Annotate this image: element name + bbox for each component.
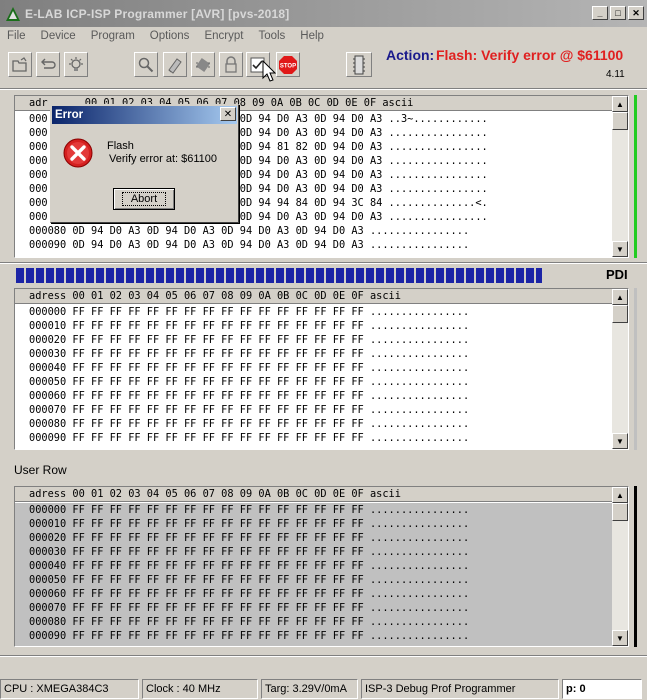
hex-row: 000000 FF FF FF FF FF FF FF FF FF FF FF … <box>29 306 470 318</box>
hex-row: 000090 FF FF FF FF FF FF FF FF FF FF FF … <box>29 432 470 444</box>
userrow-hex-panel[interactable]: adress 00 01 02 03 04 05 06 07 08 09 0A … <box>14 486 629 647</box>
menu-bar: File Device Program Options Encrypt Tool… <box>0 27 647 45</box>
menu-options[interactable]: Options <box>143 30 198 42</box>
interface-label: PDI <box>606 267 628 282</box>
menu-tools[interactable]: Tools <box>251 30 293 42</box>
erase-button[interactable] <box>163 52 187 77</box>
reload-icon <box>41 58 56 69</box>
scroll-thumb[interactable] <box>612 305 628 323</box>
hex-row: 000080 FF FF FF FF FF FF FF FF FF FF FF … <box>29 616 470 628</box>
bulb-button[interactable] <box>64 52 88 77</box>
dialog-message-detail: Verify error at: $61100 <box>109 153 218 165</box>
eeprom-hex-panel[interactable]: adress 00 01 02 03 04 05 06 07 08 09 0A … <box>14 288 629 450</box>
scroll-up-icon[interactable]: ▲ <box>612 289 628 305</box>
error-dialog: Error ✕ Flash Verify error at: $61100 Ab… <box>50 104 239 223</box>
userrow-scrollbar[interactable]: ▲ ▼ <box>612 487 628 646</box>
action-label: Action: <box>386 47 435 63</box>
menu-program[interactable]: Program <box>84 30 143 42</box>
hex-row: 000060 FF FF FF FF FF FF FF FF FF FF FF … <box>29 588 470 600</box>
close-window-button[interactable]: ✕ <box>628 6 644 20</box>
chip-icon <box>196 57 210 72</box>
hex-row: 000000 FF FF FF FF FF FF FF FF FF FF FF … <box>29 504 470 516</box>
error-icon <box>63 138 93 168</box>
cpu-status: CPU : XMEGA384C3 <box>0 679 139 699</box>
open-folder-icon <box>12 56 27 72</box>
p-status: p: 0 <box>562 679 642 699</box>
version-label: 4.11 <box>606 69 625 80</box>
open-button[interactable] <box>8 52 32 77</box>
hex-row: 000020 FF FF FF FF FF FF FF FF FF FF FF … <box>29 334 470 346</box>
userrow-status-bar <box>634 486 637 647</box>
hex-row: 000040 FF FF FF FF FF FF FF FF FF FF FF … <box>29 560 470 572</box>
menu-device[interactable]: Device <box>34 30 84 42</box>
lock-button[interactable] <box>219 52 243 77</box>
hex-row: 000070 FF FF FF FF FF FF FF FF FF FF FF … <box>29 404 470 416</box>
toolbar-divider <box>0 88 647 90</box>
hex-row: 000030 FF FF FF FF FF FF FF FF FF FF FF … <box>29 546 470 558</box>
eeprom-hex-header: adress 00 01 02 03 04 05 06 07 08 09 0A … <box>15 289 628 304</box>
hex-row: 000070 FF FF FF FF FF FF FF FF FF FF FF … <box>29 602 470 614</box>
action-status: Flash: Verify error @ $61100 <box>436 47 624 63</box>
reload-button[interactable] <box>36 52 60 77</box>
stop-icon: STOP <box>279 55 297 74</box>
hex-row: 000040 FF FF FF FF FF FF FF FF FF FF FF … <box>29 362 470 374</box>
progress-bar <box>16 268 542 283</box>
eeprom-status-bar <box>634 288 637 450</box>
user-row-label: User Row <box>14 463 67 477</box>
stop-button[interactable]: STOP <box>276 52 300 77</box>
hex-row: 000030 FF FF FF FF FF FF FF FF FF FF FF … <box>29 348 470 360</box>
status-divider <box>0 655 647 657</box>
scroll-down-icon[interactable]: ▼ <box>612 241 628 257</box>
flash-scrollbar[interactable]: ▲ ▼ <box>612 96 628 257</box>
hex-row: 000060 FF FF FF FF FF FF FF FF FF FF FF … <box>29 390 470 402</box>
eeprom-scrollbar[interactable]: ▲ ▼ <box>612 289 628 449</box>
abort-button[interactable]: Abort <box>113 188 175 210</box>
hex-row: 000050 FF FF FF FF FF FF FF FF FF FF FF … <box>29 376 470 388</box>
flash-status-bar <box>634 95 637 258</box>
progress-divider <box>0 262 647 264</box>
scroll-down-icon[interactable]: ▼ <box>612 433 628 449</box>
scroll-thumb[interactable] <box>612 503 628 521</box>
dialog-message-title: Flash <box>107 140 134 152</box>
hex-row: 000090 FF FF FF FF FF FF FF FF FF FF FF … <box>29 630 470 642</box>
menu-file[interactable]: File <box>0 30 34 42</box>
hex-row: 000020 FF FF FF FF FF FF FF FF FF FF FF … <box>29 532 470 544</box>
hex-row: 000010 FF FF FF FF FF FF FF FF FF FF FF … <box>29 518 470 530</box>
userrow-hex-header: adress 00 01 02 03 04 05 06 07 08 09 0A … <box>15 487 628 502</box>
search-chip-button[interactable] <box>134 52 158 77</box>
app-logo-icon <box>4 5 22 23</box>
program-chip-button[interactable] <box>191 52 215 77</box>
search-chip-icon <box>138 57 154 72</box>
device-icon <box>353 55 365 74</box>
programmer-status: ISP-3 Debug Prof Programmer <box>361 679 559 699</box>
bulb-icon <box>69 56 83 71</box>
scroll-thumb[interactable] <box>612 112 628 130</box>
dialog-close-icon[interactable]: ✕ <box>220 107 236 121</box>
mouse-cursor-icon <box>262 60 276 82</box>
lock-icon <box>225 55 237 73</box>
maximize-button[interactable]: □ <box>610 6 626 20</box>
scroll-up-icon[interactable]: ▲ <box>612 487 628 503</box>
window-title: E-LAB ICP-ISP Programmer [AVR] [pvs-2018… <box>25 6 290 21</box>
hex-row: 000050 FF FF FF FF FF FF FF FF FF FF FF … <box>29 574 470 586</box>
scroll-down-icon[interactable]: ▼ <box>612 630 628 646</box>
title-bar: E-LAB ICP-ISP Programmer [AVR] [pvs-2018… <box>0 0 647 27</box>
device-button[interactable] <box>346 52 372 77</box>
dialog-title: Error <box>52 106 237 124</box>
hex-row: 000080 0D 94 D0 A3 0D 94 D0 A3 0D 94 D0 … <box>29 225 470 237</box>
hex-row: 000080 FF FF FF FF FF FF FF FF FF FF FF … <box>29 418 470 430</box>
erase-icon <box>168 57 182 74</box>
scroll-up-icon[interactable]: ▲ <box>612 96 628 112</box>
target-status: Targ: 3.29V/0mA <box>261 679 358 699</box>
status-bar: CPU : XMEGA384C3 Clock : 40 MHz Targ: 3.… <box>0 678 647 700</box>
menu-help[interactable]: Help <box>293 30 332 42</box>
svg-text:STOP: STOP <box>280 63 296 69</box>
clock-status: Clock : 40 MHz <box>142 679 258 699</box>
menu-encrypt[interactable]: Encrypt <box>197 30 251 42</box>
minimize-button[interactable]: _ <box>592 6 608 20</box>
hex-row: 000010 FF FF FF FF FF FF FF FF FF FF FF … <box>29 320 470 332</box>
hex-row: 000090 0D 94 D0 A3 0D 94 D0 A3 0D 94 D0 … <box>29 239 470 251</box>
abort-button-label: Abort <box>121 192 167 206</box>
